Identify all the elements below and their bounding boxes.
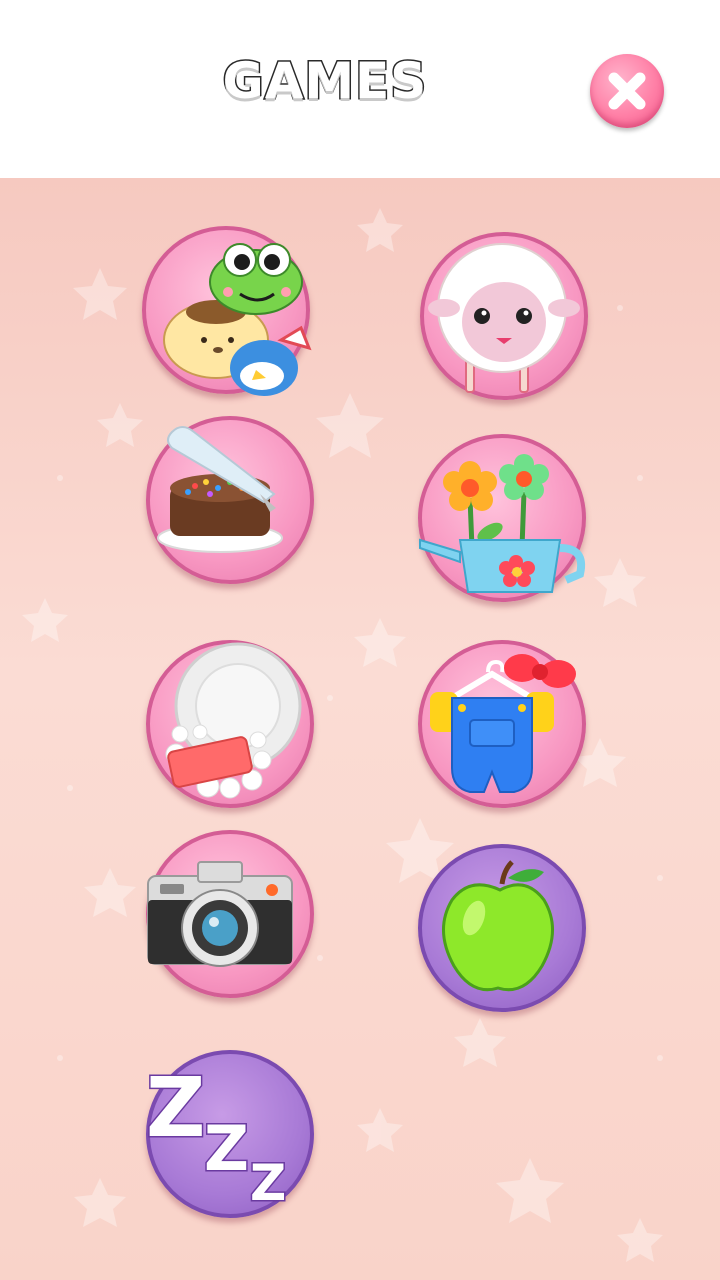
games-menu-area: Z Z Z [0, 178, 720, 1280]
game-sleep-button[interactable]: Z Z Z [145, 1050, 314, 1218]
page-title: GAMES [221, 51, 428, 112]
game-cake-button[interactable] [146, 416, 314, 584]
game-photo-button[interactable] [146, 830, 314, 998]
zzz-sleep-icon: Z Z Z [145, 1060, 288, 1214]
game-sheep-button[interactable] [420, 232, 588, 400]
plate-soap-icon [165, 642, 302, 799]
z-large: Z [146, 1061, 205, 1156]
green-apple-icon [442, 860, 554, 992]
camera-icon [147, 861, 293, 967]
game-garden-button[interactable] [418, 434, 586, 602]
overalls-hanger-icon [430, 654, 576, 793]
cake-decorating-icon [157, 426, 283, 553]
header-bar: GAMES [0, 0, 720, 178]
flowers-watering-can-icon [419, 454, 585, 593]
z-medium: Z [204, 1112, 249, 1185]
game-food-button[interactable] [418, 844, 586, 1012]
z-small: Z [250, 1154, 286, 1212]
star-background [22, 208, 663, 1262]
close-button[interactable] [590, 54, 664, 128]
game-dishes-button[interactable] [146, 640, 314, 808]
game-dress-up-button[interactable] [418, 640, 586, 808]
character-friends-icon [163, 243, 312, 396]
sheep-icon [428, 243, 580, 393]
close-icon [608, 72, 646, 110]
game-friends-button[interactable] [142, 226, 312, 396]
